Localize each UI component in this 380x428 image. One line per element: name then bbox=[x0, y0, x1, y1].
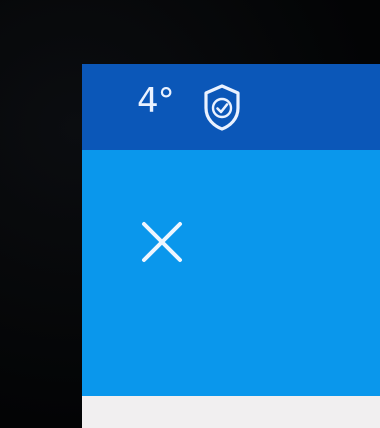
close-icon bbox=[136, 216, 188, 272]
weather-temperature: 4° bbox=[137, 81, 175, 121]
close-button[interactable] bbox=[130, 212, 194, 276]
screen: 4° bbox=[82, 64, 380, 428]
status-bar: 4° bbox=[82, 64, 380, 150]
content-area bbox=[82, 396, 380, 428]
toolbar bbox=[82, 150, 380, 396]
shield-check-icon bbox=[202, 82, 242, 132]
